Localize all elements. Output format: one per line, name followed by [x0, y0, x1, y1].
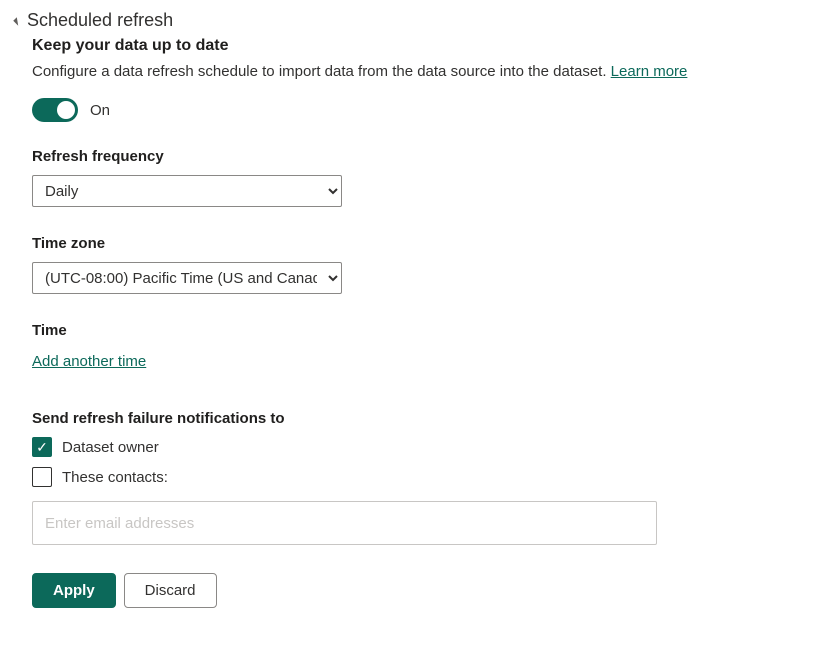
- description: Configure a data refresh schedule to imp…: [32, 61, 803, 82]
- learn-more-link[interactable]: Learn more: [611, 63, 688, 80]
- description-text: Configure a data refresh schedule to imp…: [32, 63, 611, 80]
- timezone-select[interactable]: (UTC-08:00) Pacific Time (US and Canada): [32, 262, 342, 294]
- these-contacts-label: These contacts:: [62, 469, 168, 486]
- dataset-owner-checkbox[interactable]: ✓: [32, 437, 52, 457]
- section-content: Keep your data up to date Configure a da…: [14, 37, 803, 608]
- toggle-knob: [57, 101, 75, 119]
- toggle-state-label: On: [90, 102, 110, 119]
- these-contacts-checkbox[interactable]: [32, 467, 52, 487]
- caret-expanded-icon: [13, 17, 21, 25]
- frequency-label: Refresh frequency: [32, 148, 803, 165]
- apply-button[interactable]: Apply: [32, 573, 116, 608]
- schedule-toggle[interactable]: [32, 98, 78, 122]
- these-contacts-row: These contacts:: [32, 467, 803, 487]
- section-header[interactable]: Scheduled refresh: [14, 10, 803, 31]
- discard-button[interactable]: Discard: [124, 573, 217, 608]
- notifications-label: Send refresh failure notifications to: [32, 410, 803, 427]
- frequency-select[interactable]: Daily: [32, 175, 342, 207]
- section-title: Scheduled refresh: [27, 10, 173, 31]
- email-addresses-input[interactable]: [32, 501, 657, 545]
- button-row: Apply Discard: [32, 573, 803, 608]
- add-time-link[interactable]: Add another time: [32, 353, 146, 370]
- dataset-owner-row: ✓ Dataset owner: [32, 437, 803, 457]
- dataset-owner-label: Dataset owner: [62, 439, 159, 456]
- timezone-label: Time zone: [32, 235, 803, 252]
- toggle-row: On: [32, 98, 803, 122]
- checkmark-icon: ✓: [36, 440, 48, 454]
- subheading: Keep your data up to date: [32, 37, 803, 55]
- time-label: Time: [32, 322, 803, 339]
